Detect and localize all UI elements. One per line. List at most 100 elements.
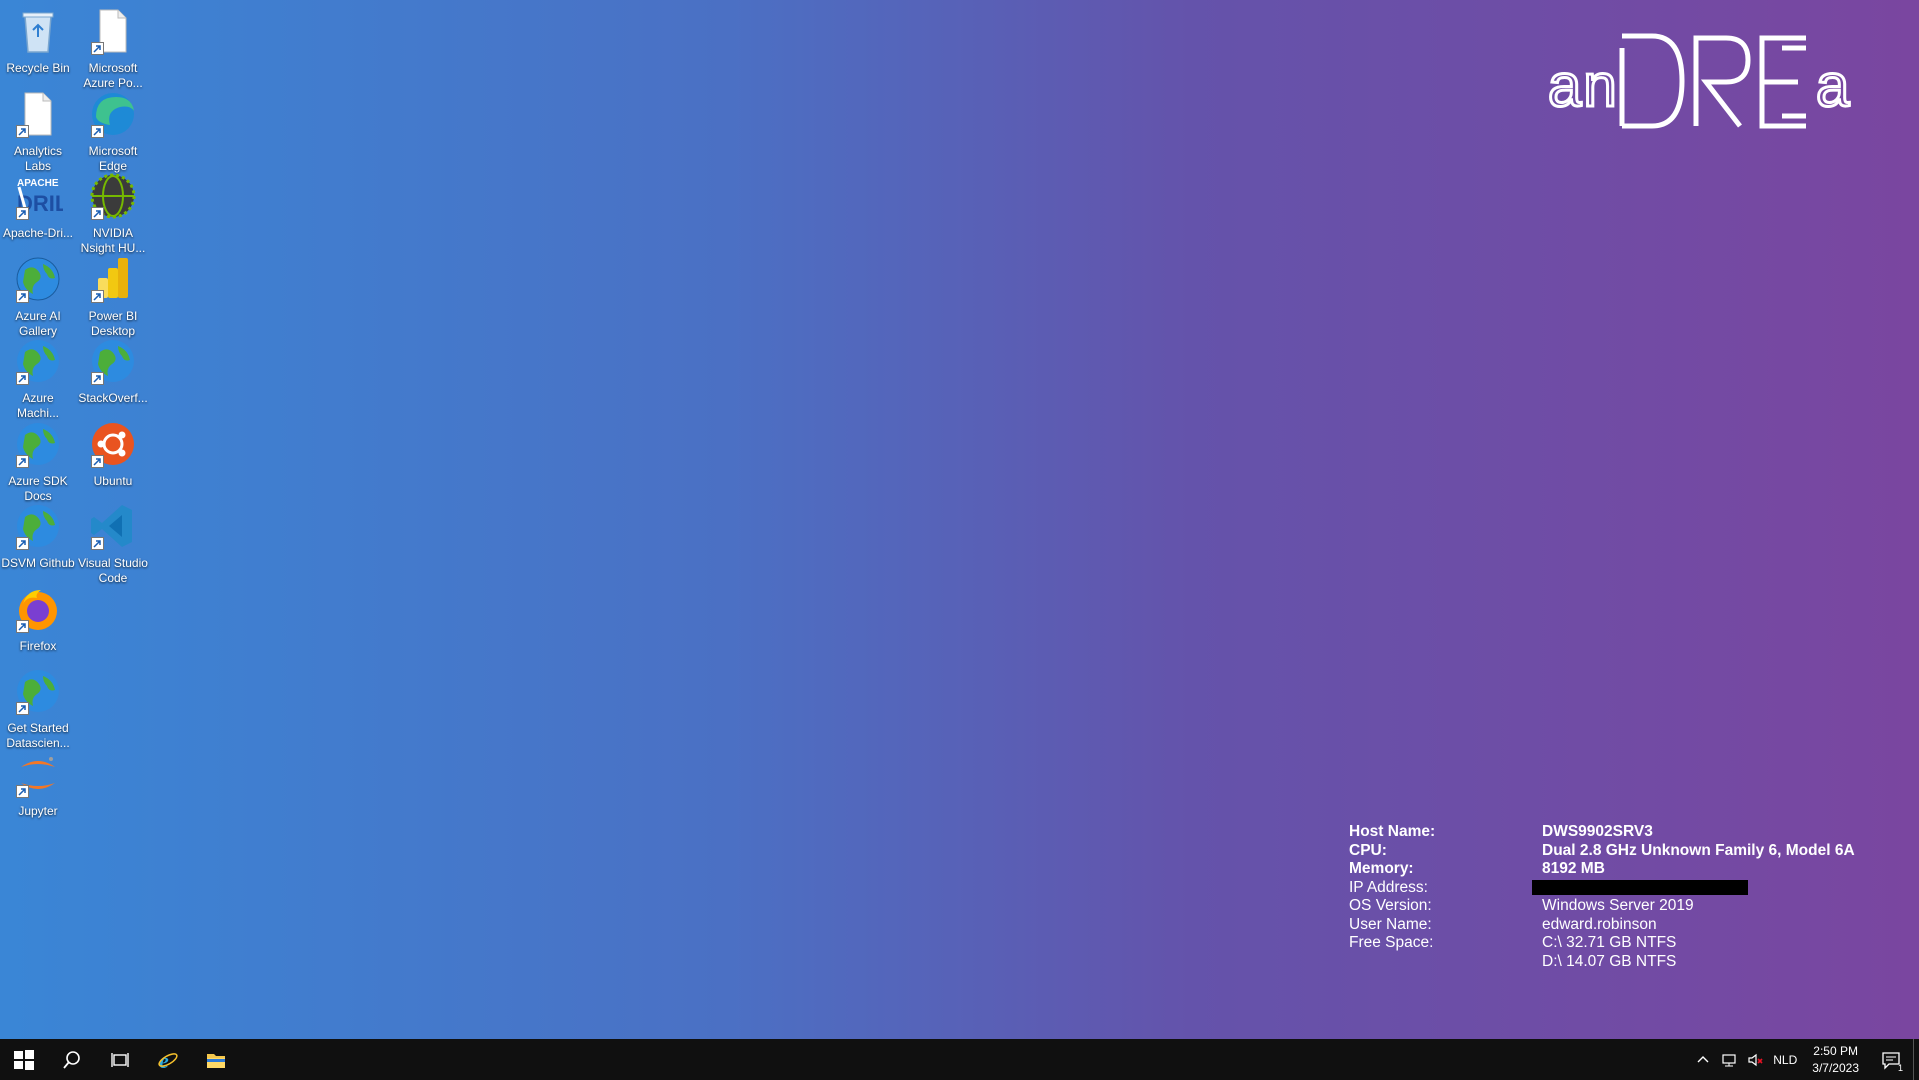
edge-icon (87, 88, 139, 140)
info-row-host: Host Name: DWS9902SRV3 (1349, 823, 1855, 842)
desktop-icon-label: Azure Machi... (16, 391, 59, 420)
shortcut-arrow-icon (16, 702, 29, 715)
network-tray-button[interactable] (1716, 1052, 1742, 1068)
document-icon (12, 88, 64, 140)
info-row-free-space-d: D:\ 14.07 GB NTFS (1349, 953, 1855, 972)
shortcut-arrow-icon (16, 785, 29, 798)
info-row-cpu: CPU: Dual 2.8 GHz Unknown Family 6, Mode… (1349, 842, 1855, 861)
power-bi-desktop-shortcut[interactable]: Power BI Desktop (75, 253, 151, 339)
shortcut-arrow-icon (16, 125, 29, 138)
shortcut-arrow-icon (16, 455, 29, 468)
task-view-button[interactable] (96, 1039, 144, 1080)
recycle-bin-shortcut[interactable]: Recycle Bin (0, 5, 76, 76)
windows-logo-icon (14, 1049, 34, 1070)
info-row-memory: Memory: 8192 MB (1349, 860, 1855, 879)
shortcut-arrow-icon (91, 207, 104, 220)
free-space-c-value: C:\ 32.71 GB NTFS (1542, 934, 1677, 951)
info-label: User Name: (1349, 915, 1432, 933)
document-icon (87, 5, 139, 57)
shortcut-arrow-icon (16, 537, 29, 550)
shortcut-arrow-icon (16, 290, 29, 303)
internet-explorer-icon: e (158, 1049, 178, 1071)
os-version-value: Windows Server 2019 (1542, 897, 1694, 914)
taskbar-clock[interactable]: 2:50 PM 3/7/2023 (1802, 1043, 1869, 1077)
file-explorer-taskbar-button[interactable] (192, 1039, 240, 1080)
apache-drill-shortcut[interactable]: APACHEDRILL Apache-Dri... (0, 170, 76, 241)
desktop-icon-label: Jupyter (18, 804, 58, 818)
memory-value: 8192 MB (1542, 860, 1605, 877)
input-language-button[interactable]: NLD (1768, 1053, 1802, 1067)
microsoft-azure-powershell-shortcut[interactable]: Microsoft Azure Po... (75, 5, 151, 91)
get-started-datascience-shortcut[interactable]: Get Started Datascien... (0, 665, 76, 751)
nvidia-nsight-shortcut[interactable]: NVIDIA Nsight HU... (75, 170, 151, 256)
svg-text:a: a (1816, 52, 1850, 119)
desktop-icon-label: Firefox (19, 639, 57, 653)
system-info-panel: Host Name: DWS9902SRV3 CPU: Dual 2.8 GHz… (1349, 823, 1855, 971)
desktop-icon-label: NVIDIA Nsight HU... (80, 226, 146, 255)
desktop-icon-label: Ubuntu (93, 474, 133, 488)
globe-icon (12, 253, 64, 305)
info-label: OS Version: (1349, 897, 1432, 914)
info-label: Host Name: (1349, 823, 1436, 840)
shortcut-arrow-icon (91, 290, 104, 303)
microsoft-edge-shortcut[interactable]: Microsoft Edge (75, 88, 151, 174)
azure-machine-learning-shortcut[interactable]: Azure Machi... (0, 335, 76, 421)
action-center-button[interactable]: 1 (1869, 1039, 1913, 1080)
shortcut-arrow-icon (91, 125, 104, 138)
shortcut-arrow-icon (16, 620, 29, 633)
network-icon (1722, 1053, 1736, 1066)
free-space-d-value: D:\ 14.07 GB NTFS (1542, 952, 1677, 970)
jupyter-icon (12, 748, 64, 800)
visual-studio-code-shortcut[interactable]: Visual Studio Code (75, 500, 151, 586)
svg-text:APACHE: APACHE (17, 178, 59, 189)
desktop-icon-label: Apache-Dri... (2, 226, 74, 240)
desktop-icon-label: StackOverf... (78, 391, 148, 405)
azure-ai-gallery-shortcut[interactable]: Azure AI Gallery (0, 253, 76, 339)
desktop-icon-label: Microsoft Azure Po... (83, 61, 143, 90)
info-label: Memory: (1349, 860, 1414, 877)
desktop-icon-label: DSVM Github (1, 556, 75, 570)
shortcut-arrow-icon (91, 455, 104, 468)
analytics-labs-shortcut[interactable]: Analytics Labs (0, 88, 76, 174)
info-label: Free Space: (1349, 934, 1434, 951)
ip-address-redacted (1532, 879, 1748, 898)
info-label-spacer (1349, 953, 1542, 972)
system-tray: NLD 2:50 PM 3/7/2023 1 (1690, 1039, 1919, 1080)
info-row-ip: IP Address: (1349, 879, 1855, 898)
desktop-icon-label: Get Started Datascien... (6, 721, 70, 750)
info-row-user: User Name: edward.robinson (1349, 916, 1855, 935)
apache-drill-icon: APACHEDRILL (12, 170, 64, 222)
firefox-icon (12, 583, 64, 635)
svg-text:an: an (1548, 52, 1619, 119)
folder-icon (207, 1053, 225, 1068)
volume-tray-button[interactable] (1742, 1052, 1768, 1068)
stackoverflow-shortcut[interactable]: StackOverf... (75, 335, 151, 406)
chevron-up-icon (1697, 1055, 1709, 1062)
taskbar: e NLD 2:50 PM 3/7/2023 1 (0, 1039, 1919, 1080)
globe-icon (87, 335, 139, 387)
search-icon (63, 1050, 80, 1069)
cpu-value: Dual 2.8 GHz Unknown Family 6, Model 6A (1542, 841, 1855, 859)
redaction-bar (1532, 879, 1748, 895)
search-button[interactable] (48, 1039, 96, 1080)
start-button[interactable] (0, 1039, 48, 1080)
clock-date: 3/7/2023 (1812, 1060, 1859, 1075)
show-hidden-icons-button[interactable] (1690, 1052, 1716, 1068)
globe-icon (12, 500, 64, 552)
jupyter-shortcut[interactable]: Jupyter (0, 748, 76, 819)
firefox-shortcut[interactable]: Firefox (0, 583, 76, 654)
shortcut-arrow-icon (91, 537, 104, 550)
shortcut-arrow-icon (16, 372, 29, 385)
info-label: CPU: (1349, 841, 1387, 859)
power-bi-icon (87, 253, 139, 305)
azure-sdk-docs-shortcut[interactable]: Azure SDK Docs (0, 418, 76, 504)
desktop: Recycle Bin Analytics Labs APACHEDRILL A… (0, 0, 1919, 1039)
show-desktop-button[interactable] (1913, 1039, 1919, 1080)
user-name-value: edward.robinson (1542, 915, 1657, 933)
dsvm-github-shortcut[interactable]: DSVM Github (0, 500, 76, 571)
nvidia-nsight-icon (87, 170, 139, 222)
shortcut-arrow-icon (16, 207, 29, 220)
ubuntu-shortcut[interactable]: Ubuntu (75, 418, 151, 489)
internet-explorer-taskbar-button[interactable]: e (144, 1039, 192, 1080)
shortcut-arrow-icon (91, 42, 104, 55)
